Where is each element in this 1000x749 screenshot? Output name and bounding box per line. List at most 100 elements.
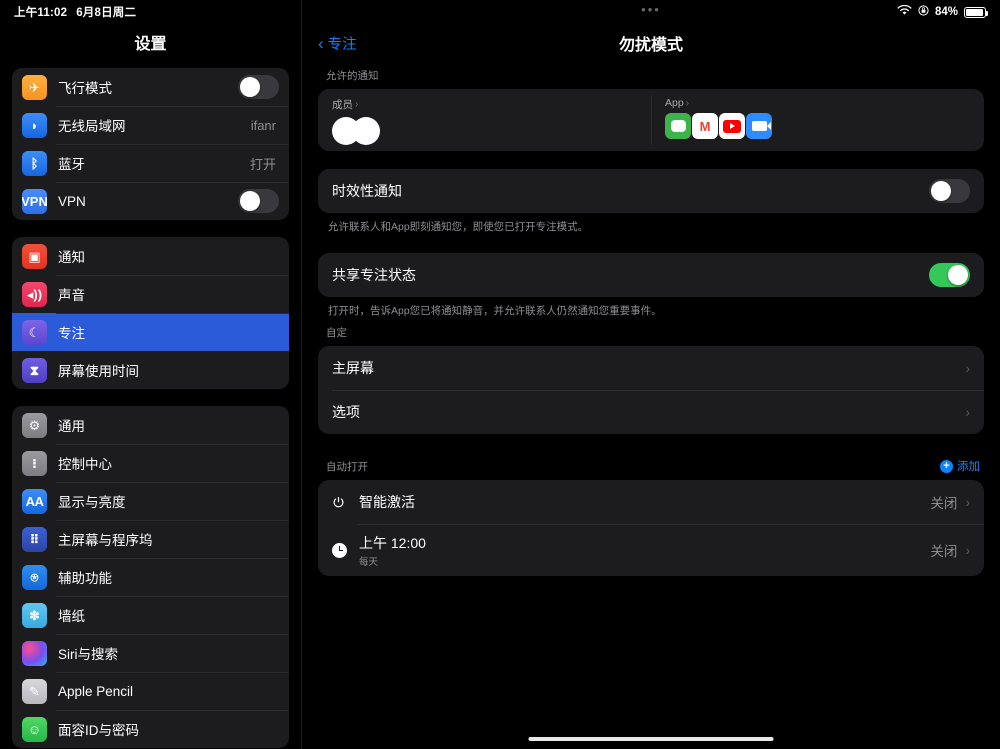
smart-activation-label: 智能激活	[359, 494, 415, 511]
back-button[interactable]: ‹ 专注	[318, 33, 357, 54]
sidebar-item-3[interactable]: ⠿ 主屏幕与程序坞	[12, 520, 289, 558]
battery-percent: 84%	[934, 6, 958, 18]
smart-activation-row[interactable]: 智能激活 关闭 ›	[318, 480, 984, 524]
schedule-row[interactable]: 上午 12:00 每天 关闭 ›	[318, 524, 984, 576]
display-brightness-icon: AA	[22, 488, 47, 514]
schedule-repeat-label: 每天	[359, 556, 379, 568]
wallpaper-icon: ✽	[22, 602, 47, 628]
sidebar-item-1[interactable]: ◂)) 声音	[12, 275, 289, 313]
auto-section-header: 自动打开 + 添加	[318, 452, 984, 480]
settings-sidebar: 上午11:02 6月8日周二 设置 ✈ 飞行模式 ◗ 无线局域网 ifanr ᛒ 蓝牙 打开 V…	[0, 0, 302, 749]
chevron-right-icon: ›	[965, 404, 970, 421]
sidebar-item-1[interactable]: ◗ 无线局域网 ifanr	[12, 106, 289, 144]
time-sensitive-footer: 允许联系人和App即刻通知您，即使您已打开专注模式。	[328, 221, 589, 233]
share-focus-toggle[interactable]	[929, 263, 970, 288]
home-screen-row[interactable]: 主屏幕 ›	[318, 346, 984, 390]
time-sensitive-toggle[interactable]	[929, 179, 970, 203]
auto-section-label: 自动打开	[326, 460, 368, 473]
power-icon	[332, 496, 352, 509]
page-title: 设置	[134, 36, 167, 53]
sidebar-item-2[interactable]: ☾ 专注	[12, 313, 289, 351]
siri-icon	[22, 640, 47, 666]
sidebar-item-0[interactable]: ⚙ 通用	[12, 406, 289, 444]
bluetooth-icon: ᛒ	[22, 150, 47, 176]
time-sensitive-row[interactable]: 时效性通知	[318, 169, 984, 213]
chevron-right-icon: ›	[965, 360, 970, 377]
share-focus-row[interactable]: 共享专注状态	[318, 253, 984, 297]
sidebar-item-6[interactable]: Siri与搜索	[12, 634, 289, 672]
allowed-app-icons: M	[665, 113, 970, 139]
sidebar-item-label: 专注	[58, 326, 85, 341]
control-center-icon: ⁝	[22, 450, 47, 476]
home-screen-dock-icon: ⠿	[22, 526, 47, 552]
sidebar-item-label: 辅助功能	[58, 571, 112, 586]
sidebar-item-label: Apple Pencil	[58, 683, 134, 699]
sidebar-item-0[interactable]: ▣ 通知	[12, 237, 289, 275]
sidebar-item-7[interactable]: ✎ Apple Pencil	[12, 672, 289, 710]
sidebar-group: ▣ 通知 ◂)) 声音 ☾ 专注 ⧗ 屏幕使用时间	[12, 237, 289, 389]
sidebar-item-toggle[interactable]	[238, 75, 279, 99]
rotation-lock-icon	[918, 5, 929, 19]
sidebar-item-2[interactable]: ᛒ 蓝牙 打开	[12, 144, 289, 182]
detail-content: 允许的通知 成员 › App › M 时效性通知 允许联系人和App即刻通知您，…	[302, 62, 1000, 577]
chevron-right-icon: ›	[685, 97, 690, 109]
accessibility-icon: ⍟	[22, 564, 47, 590]
back-label: 专注	[327, 36, 357, 53]
time-sensitive-card: 时效性通知	[318, 169, 984, 213]
sidebar-item-0[interactable]: ✈ 飞行模式	[12, 68, 289, 106]
people-panel[interactable]: 成员 ›	[318, 89, 651, 151]
airplane-icon: ✈	[22, 74, 47, 100]
schedule-time-label: 上午 12:00	[359, 534, 426, 551]
gmail-app-icon: M	[692, 113, 718, 139]
home-indicator[interactable]	[528, 737, 774, 741]
zoom-app-icon	[746, 113, 772, 139]
allowed-section-label: 允许的通知	[326, 70, 379, 82]
sidebar-item-4[interactable]: ⍟ 辅助功能	[12, 558, 289, 596]
clock-icon	[332, 542, 352, 558]
sidebar-item-1[interactable]: ⁝ 控制中心	[12, 444, 289, 482]
chevron-left-icon: ‹	[318, 33, 324, 53]
sidebar-item-label: 显示与亮度	[58, 495, 126, 510]
battery-icon	[964, 6, 988, 18]
sidebar-item-toggle[interactable]	[238, 189, 279, 213]
sidebar-item-8[interactable]: ☺ 面容ID与密码	[12, 710, 289, 748]
sidebar-item-value: ifanr	[250, 117, 276, 133]
time-sensitive-label: 时效性通知	[332, 183, 402, 199]
sidebar-groups: ✈ 飞行模式 ◗ 无线局域网 ifanr ᛒ 蓝牙 打开 VPN VPN ▣ 通知 ◂)) 声音 ☾ 专注 ⧗ 屏…	[0, 68, 301, 748]
apps-label-row: App ›	[665, 97, 970, 109]
sidebar-item-label: 控制中心	[58, 457, 112, 472]
avatar	[352, 117, 380, 145]
youtube-app-icon	[719, 113, 745, 139]
notifications-icon: ▣	[22, 243, 47, 269]
sidebar-item-label: 墙纸	[58, 609, 85, 624]
sidebar-item-label: 屏幕使用时间	[58, 364, 139, 379]
vpn-icon: VPN	[22, 188, 47, 214]
sidebar-status-bar: 上午11:02 6月8日周二	[0, 0, 301, 24]
detail-title: 勿扰模式	[618, 37, 683, 54]
sidebar-item-label: 主屏幕与程序坞	[58, 533, 153, 548]
custom-card: 主屏幕 › 选项 ›	[318, 346, 984, 435]
chevron-right-icon: ›	[355, 99, 359, 110]
apple-pencil-icon: ✎	[22, 678, 47, 704]
options-row[interactable]: 选项 ›	[318, 390, 984, 434]
home-screen-label: 主屏幕	[332, 360, 374, 377]
sidebar-item-label: Siri与搜索	[58, 647, 118, 662]
sidebar-item-2[interactable]: AA 显示与亮度	[12, 482, 289, 520]
status-time: 上午11:02	[14, 7, 68, 19]
sidebar-item-label: 声音	[58, 288, 85, 303]
sidebar-item-5[interactable]: ✽ 墙纸	[12, 596, 289, 634]
sidebar-item-3[interactable]: ⧗ 屏幕使用时间	[12, 351, 289, 389]
sidebar-item-label: 通知	[58, 250, 85, 265]
sidebar-item-3[interactable]: VPN VPN	[12, 182, 289, 220]
people-avatars	[332, 117, 637, 145]
ipad-settings-screen: 上午11:02 6月8日周二 设置 ✈ 飞行模式 ◗ 无线局域网 ifanr ᛒ 蓝牙 打开 V…	[0, 0, 1000, 749]
moon-icon: ☾	[22, 319, 47, 345]
detail-navbar: ‹ 专注 勿扰模式	[302, 24, 1000, 62]
options-label: 选项	[332, 404, 360, 421]
allowed-section-header: 允许的通知	[318, 62, 984, 89]
sidebar-item-label: 通用	[58, 419, 85, 434]
add-schedule-button[interactable]: + 添加	[940, 458, 980, 474]
multitasking-dots-icon[interactable]: •••	[641, 3, 661, 16]
apps-panel[interactable]: App › M	[651, 89, 984, 151]
sidebar-group: ⚙ 通用 ⁝ 控制中心 AA 显示与亮度 ⠿ 主屏幕与程序坞 ⍟ 辅助功能 ✽ 墙纸 Siri与搜索 ✎ A…	[12, 406, 289, 748]
